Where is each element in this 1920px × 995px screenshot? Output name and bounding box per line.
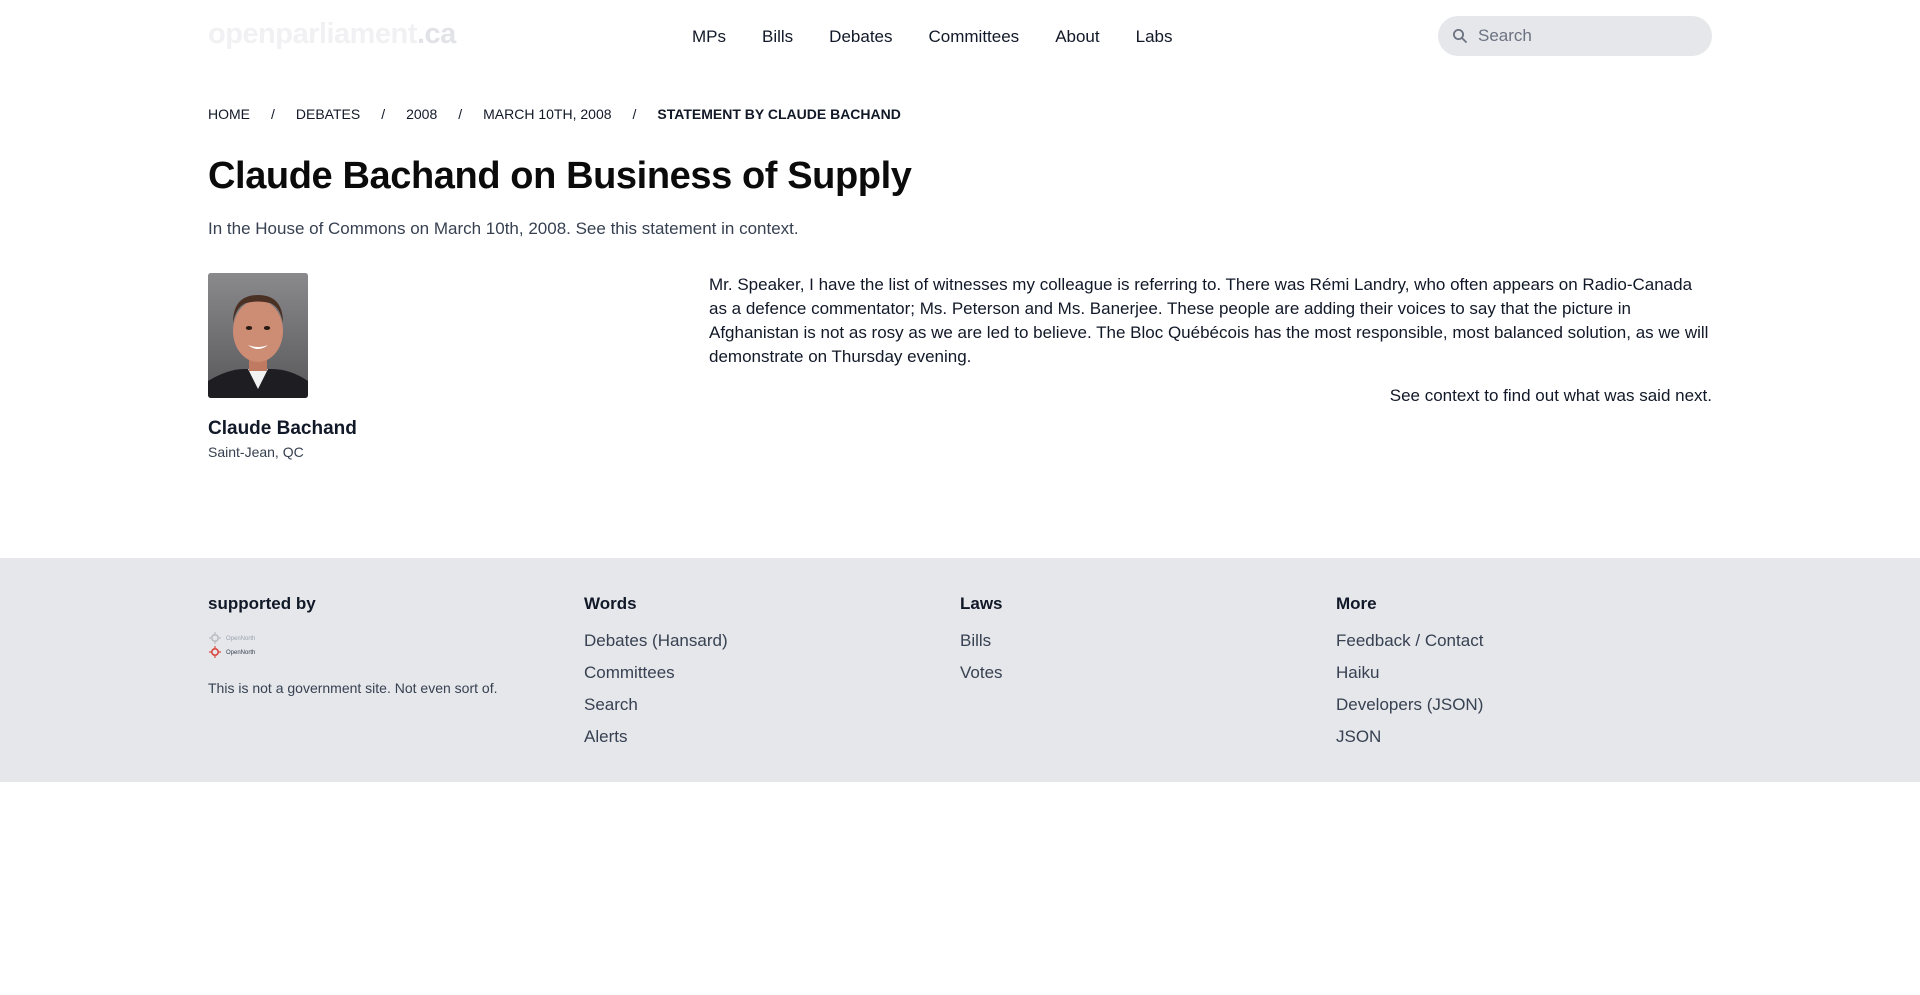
footer-link-search[interactable]: Search: [584, 695, 728, 715]
mp-photo[interactable]: [208, 273, 308, 398]
logo-tld-text: .ca: [416, 18, 456, 50]
footer-link-json[interactable]: JSON: [1336, 727, 1483, 747]
footer-disclaimer: This is not a government site. Not even …: [208, 680, 498, 696]
footer-laws-heading: Laws: [960, 594, 1003, 613]
footer-supported-heading: supported by: [208, 594, 316, 613]
mp-riding: Saint-Jean, QC: [208, 444, 304, 460]
sponsor-line-1: OpenNorth: [226, 636, 255, 642]
footer-link-committees[interactable]: Committees: [584, 663, 728, 683]
mp-portrait-image: [208, 273, 308, 398]
sponsor-logo-grey: OpenNorth: [209, 632, 255, 644]
footer-link-alerts[interactable]: Alerts: [584, 727, 728, 747]
breadcrumb-separator: /: [458, 106, 463, 122]
opennorth-logo[interactable]: OpenNorth OpenNorth: [208, 631, 256, 659]
breadcrumb-current: Statement by Claude Bachand: [657, 106, 901, 122]
search-icon: [1453, 29, 1467, 43]
breadcrumb-separator: /: [271, 106, 275, 122]
nav-committees[interactable]: Committees: [929, 24, 1020, 50]
sponsor-line-2: OpenNorth: [226, 650, 255, 656]
statement-text: Mr. Speaker, I have the list of witnesse…: [709, 275, 1709, 366]
footer-col-supported: supported by OpenNorth OpenNorth This is…: [208, 594, 497, 696]
site-header: openparliament.ca MPs Bills Debates Comm…: [0, 0, 1920, 72]
footer-link-debates[interactable]: Debates (Hansard): [584, 631, 728, 651]
breadcrumb-separator: /: [381, 106, 386, 122]
footer-col-more: More Feedback / Contact Haiku Developers…: [1336, 594, 1483, 759]
footer-link-feedback[interactable]: Feedback / Contact: [1336, 631, 1483, 651]
nav-about[interactable]: About: [1055, 24, 1099, 50]
breadcrumb-separator: /: [632, 106, 637, 122]
footer-words-heading: Words: [584, 594, 637, 613]
search-input[interactable]: [1478, 16, 1702, 56]
site-footer: supported by OpenNorth OpenNorth This is…: [0, 558, 1920, 782]
breadcrumb: Home / Debates / 2008 / March 10th, 2008…: [208, 106, 901, 122]
sponsor-logo-color: OpenNorth: [209, 646, 255, 658]
footer-more-heading: More: [1336, 594, 1377, 613]
breadcrumb-home[interactable]: Home: [208, 106, 250, 122]
breadcrumb-debates[interactable]: Debates: [296, 106, 360, 122]
search-box[interactable]: [1438, 16, 1712, 56]
breadcrumb-year[interactable]: 2008: [406, 106, 437, 122]
footer-col-words: Words Debates (Hansard) Committees Searc…: [584, 594, 728, 759]
nav-labs[interactable]: Labs: [1136, 24, 1173, 50]
page-subtitle: In the House of Commons on March 10th, 2…: [208, 219, 799, 238]
footer-link-haiku[interactable]: Haiku: [1336, 663, 1483, 683]
nav-mps[interactable]: MPs: [692, 24, 726, 50]
main-nav: MPs Bills Debates Committees About Labs: [692, 24, 1209, 50]
nav-bills[interactable]: Bills: [762, 24, 793, 50]
footer-link-votes[interactable]: Votes: [960, 663, 1003, 683]
context-note: See context to find out what was said ne…: [1389, 386, 1712, 405]
footer-col-laws: Laws Bills Votes: [960, 594, 1003, 695]
nav-debates[interactable]: Debates: [829, 24, 892, 50]
mp-name[interactable]: Claude Bachand: [208, 418, 357, 440]
footer-link-bills[interactable]: Bills: [960, 631, 1003, 651]
breadcrumb-date[interactable]: March 10th, 2008: [483, 106, 611, 122]
footer-link-developers[interactable]: Developers (JSON): [1336, 695, 1483, 715]
site-logo[interactable]: openparliament.ca: [208, 18, 456, 51]
logo-main-text: openparliament: [208, 18, 417, 50]
page-title: Claude Bachand on Business of Supply: [208, 155, 912, 197]
